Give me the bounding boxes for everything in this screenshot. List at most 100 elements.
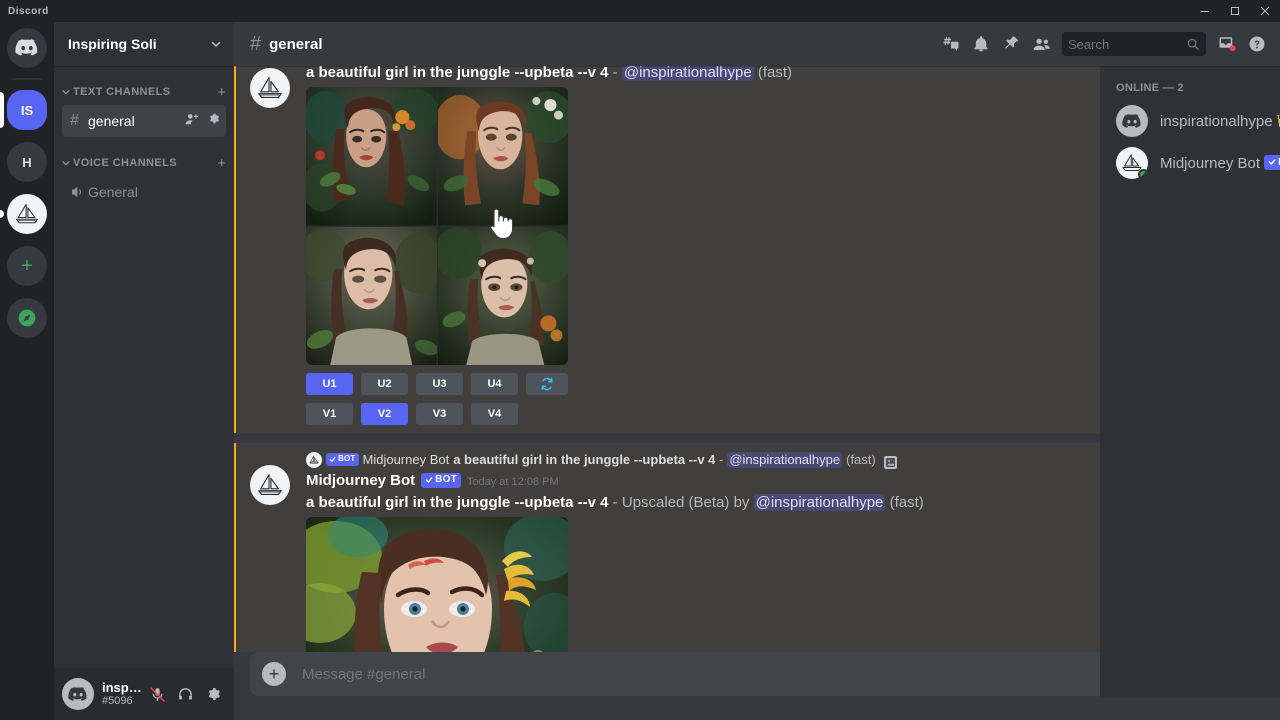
create-invite-icon[interactable] bbox=[185, 112, 199, 131]
channel-list: TEXT CHANNELS + # general bbox=[54, 66, 234, 668]
close-button[interactable] bbox=[1250, 0, 1280, 22]
message-middle-text: Upscaled (Beta) by bbox=[622, 494, 750, 511]
avatar[interactable] bbox=[250, 465, 290, 505]
message-input[interactable]: Message #general bbox=[286, 666, 1117, 683]
grid-cell-3[interactable] bbox=[306, 227, 437, 366]
server-rail: IS H + bbox=[0, 22, 54, 720]
category-label: VOICE CHANNELS bbox=[72, 157, 217, 169]
speaker-icon bbox=[70, 184, 88, 200]
voice-channel-name: General bbox=[88, 184, 220, 200]
sidebar-item-voice-general[interactable]: General bbox=[62, 176, 226, 208]
channel-settings-icon[interactable] bbox=[207, 112, 220, 130]
reply-text: a beautiful girl in the junggle --upbeta… bbox=[453, 452, 723, 468]
maximize-button[interactable] bbox=[1220, 0, 1250, 22]
message-separator: - bbox=[609, 494, 622, 511]
channel-sidebar: Inspiring Soli TEXT CHANNELS + # general bbox=[54, 22, 234, 720]
user-controls bbox=[144, 681, 226, 707]
sidebar-item-general[interactable]: # general bbox=[62, 105, 226, 137]
chevron-down-icon bbox=[60, 158, 72, 168]
mic-muted-icon[interactable] bbox=[144, 681, 170, 707]
bot-badge: BOT bbox=[421, 473, 461, 488]
reply-user-mention[interactable]: @inspirationalhype bbox=[727, 452, 842, 468]
v2-button[interactable]: V2 bbox=[361, 403, 408, 425]
server-name: Inspiring Soli bbox=[68, 36, 210, 52]
bot-badge: BOT bbox=[326, 453, 359, 466]
server-item-inspiring-soli[interactable]: IS bbox=[0, 88, 54, 132]
u2-button[interactable]: U2 bbox=[361, 373, 408, 395]
threads-icon[interactable] bbox=[936, 29, 966, 59]
status-badge-online bbox=[1138, 169, 1148, 179]
hash-icon: # bbox=[250, 33, 261, 56]
avatar bbox=[1116, 147, 1148, 179]
refresh-icon[interactable] bbox=[526, 373, 568, 395]
add-server-button[interactable]: + bbox=[0, 244, 54, 288]
server-item-midjourney[interactable] bbox=[0, 192, 54, 236]
discord-window: Discord IS H bbox=[0, 0, 1280, 720]
avatar bbox=[1116, 105, 1148, 137]
v1-button[interactable]: V1 bbox=[306, 403, 353, 425]
avatar bbox=[306, 452, 322, 468]
help-icon[interactable] bbox=[1242, 29, 1272, 59]
v3-button[interactable]: V3 bbox=[416, 403, 463, 425]
server-avatar-initials-h: H bbox=[7, 142, 47, 182]
v4-button[interactable]: V4 bbox=[471, 403, 518, 425]
server-header[interactable]: Inspiring Soli bbox=[54, 22, 234, 66]
message-timestamp: Today at 12:08 PM bbox=[467, 472, 559, 492]
minimize-button[interactable] bbox=[1190, 0, 1220, 22]
inbox-icon[interactable] bbox=[1212, 29, 1242, 59]
app-wordmark: Discord bbox=[8, 6, 49, 17]
attachment-image-single[interactable] bbox=[306, 517, 568, 652]
message-prompt: a beautiful girl in the junggle --upbeta… bbox=[306, 66, 609, 81]
avatar[interactable] bbox=[250, 68, 290, 108]
member-item-midjourney-bot[interactable]: Midjourney Bot BOT bbox=[1116, 142, 1272, 184]
server-item-h[interactable]: H bbox=[0, 140, 54, 184]
grid-cell-2[interactable] bbox=[438, 87, 569, 226]
u1-button[interactable]: U1 bbox=[306, 373, 353, 395]
reply-prompt: a beautiful girl in the junggle --upbeta… bbox=[453, 452, 715, 467]
avatar[interactable] bbox=[62, 678, 94, 710]
upscale-button-row: U1 U2 U3 U4 bbox=[306, 373, 1232, 395]
member-category-online: ONLINE — 2 bbox=[1116, 82, 1272, 94]
category-voice-channels[interactable]: VOICE CHANNELS + bbox=[54, 151, 234, 175]
user-discriminator: #5096 bbox=[102, 695, 144, 708]
member-list: ONLINE — 2 inspirationalhype 👑 bbox=[1100, 66, 1280, 698]
explore-servers-button[interactable] bbox=[0, 296, 54, 340]
u3-button[interactable]: U3 bbox=[416, 373, 463, 395]
message-prompt: a beautiful girl in the junggle --upbeta… bbox=[306, 494, 609, 511]
image-attachment-icon bbox=[884, 456, 897, 469]
user-mention[interactable]: @inspirationalhype bbox=[754, 494, 886, 511]
member-item-inspirationalhype[interactable]: inspirationalhype 👑 bbox=[1116, 100, 1272, 142]
crown-icon: 👑 bbox=[1277, 113, 1280, 129]
message-author[interactable]: Midjourney Bot bbox=[306, 471, 415, 491]
variation-button-row: V1 V2 V3 V4 bbox=[306, 403, 1232, 425]
headphones-icon[interactable] bbox=[172, 681, 198, 707]
member-name: inspirationalhype bbox=[1160, 113, 1273, 130]
message-speed: (fast) bbox=[890, 494, 924, 511]
server-item-home[interactable] bbox=[0, 26, 54, 70]
attachment-image-grid[interactable] bbox=[306, 87, 568, 365]
user-identity[interactable]: inspiration... #5096 bbox=[94, 681, 144, 708]
category-text-channels[interactable]: TEXT CHANNELS + bbox=[54, 80, 234, 104]
search-input[interactable]: Search bbox=[1062, 32, 1206, 56]
window-controls bbox=[1190, 0, 1280, 22]
u4-button[interactable]: U4 bbox=[471, 373, 518, 395]
server-selected-indicator bbox=[0, 92, 4, 128]
add-attachment-button[interactable]: + bbox=[262, 662, 286, 686]
grid-cell-1[interactable] bbox=[306, 87, 437, 226]
member-list-icon[interactable] bbox=[1026, 29, 1056, 59]
rail-separator bbox=[11, 78, 43, 80]
message-speed: (fast) bbox=[758, 66, 792, 81]
message-header: Midjourney Bot BOT Today at 12:08 PM bbox=[306, 471, 1232, 492]
sailboat-icon bbox=[7, 194, 47, 234]
member-name-row: Midjourney Bot BOT bbox=[1148, 155, 1280, 172]
channel-name: general bbox=[88, 113, 185, 129]
pinned-messages-icon[interactable] bbox=[996, 29, 1026, 59]
reply-reference[interactable]: BOT Midjourney Bot a beautiful girl in t… bbox=[306, 451, 1232, 469]
user-mention[interactable]: @inspirationalhype bbox=[622, 66, 754, 81]
settings-gear-icon[interactable] bbox=[200, 681, 226, 707]
add-voice-channel-button[interactable]: + bbox=[217, 156, 226, 171]
notifications-bell-icon[interactable] bbox=[966, 29, 996, 59]
hash-icon: # bbox=[70, 112, 88, 130]
grid-cell-4[interactable] bbox=[438, 227, 569, 366]
add-text-channel-button[interactable]: + bbox=[217, 85, 226, 100]
